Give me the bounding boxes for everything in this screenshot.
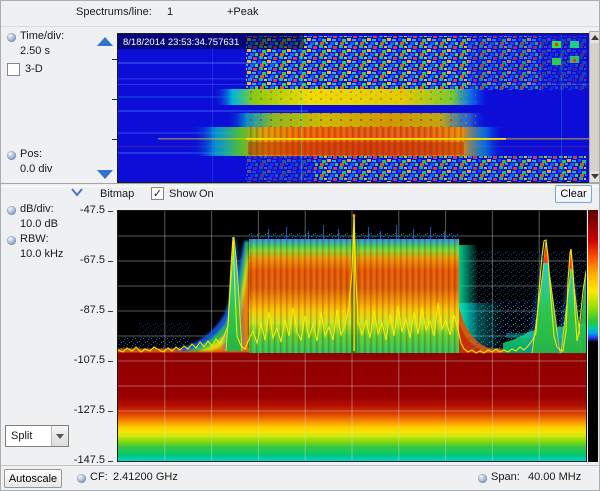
pos-indicator-icon (7, 151, 16, 160)
db-div-indicator-icon (7, 206, 16, 215)
panel-divider (1, 183, 600, 187)
autoscale-button[interactable]: Autoscale (4, 469, 62, 488)
spectrogram-canvas: 8/18/2014 23:53:34.757631 (118, 34, 589, 182)
y-axis-tick (108, 361, 113, 362)
spectrogram-display[interactable]: 8/18/2014 23:53:34.757631 (117, 33, 590, 183)
y-axis-tick (108, 461, 113, 462)
rbw-indicator-icon (7, 236, 16, 245)
spectrogram-scrollbar[interactable] (589, 31, 600, 183)
rbw-label: RBW: (20, 233, 49, 245)
cf-indicator-icon (77, 474, 86, 483)
show-state-value: On (199, 188, 214, 200)
spectrogram-timestamp: 8/18/2014 23:53:34.757631 (123, 37, 239, 48)
y-axis-tick-label: -47.5 (59, 204, 105, 216)
db-div-label: dB/div: (20, 203, 54, 215)
cf-value[interactable]: 2.41200 GHz (113, 471, 178, 483)
span-value[interactable]: 40.00 MHz (528, 471, 581, 483)
bitmap-canvas (118, 211, 586, 461)
cf-label: CF: (90, 471, 108, 483)
spectrogram-top-marker-icon[interactable] (97, 37, 113, 46)
clear-button[interactable]: Clear (555, 185, 592, 203)
pos-label: Pos: (20, 148, 42, 160)
db-div-value[interactable]: 10.0 dB (20, 218, 58, 230)
y-axis-tick (108, 261, 113, 262)
scroll-up-icon[interactable] (590, 32, 600, 43)
y-axis-tick (108, 411, 113, 412)
y-axis-tick-label: -87.5 (59, 304, 105, 316)
spectrum-analyzer-window: Spectrums/line: 1 +Peak Time/div: 2.50 s… (0, 0, 600, 491)
y-axis-tick (108, 311, 113, 312)
combobox-chevron-down-icon[interactable] (51, 426, 68, 446)
rbw-value[interactable]: 10.0 kHz (20, 248, 63, 260)
collapse-chevron-down-icon[interactable] (70, 187, 84, 197)
y-axis-tick-label: -67.5 (59, 254, 105, 266)
pos-value[interactable]: 0.0 div (20, 163, 52, 175)
three-d-label: 3-D (25, 63, 43, 75)
bitmap-display[interactable] (117, 210, 587, 462)
display-mode-combobox[interactable]: Split (5, 425, 69, 447)
density-colorbar (588, 210, 598, 462)
span-label: Span: (491, 471, 520, 483)
detector-mode-value[interactable]: +Peak (227, 6, 259, 18)
y-axis-tick (108, 211, 113, 212)
spectrums-per-line-value[interactable]: 1 (167, 6, 173, 18)
span-indicator-icon (478, 474, 487, 483)
top-divider (1, 26, 600, 27)
y-axis-tick-label: -127.5 (59, 404, 105, 416)
time-div-value[interactable]: 2.50 s (20, 45, 50, 57)
time-div-label: Time/div: (20, 30, 64, 42)
spectrums-per-line-label: Spectrums/line: (76, 6, 152, 18)
status-divider (1, 465, 600, 466)
spectrogram-bottom-marker-icon[interactable] (97, 170, 113, 179)
scroll-down-icon[interactable] (590, 171, 600, 182)
three-d-checkbox[interactable] (7, 63, 20, 76)
bitmap-title: Bitmap (100, 188, 134, 200)
time-div-indicator-icon (7, 33, 16, 42)
show-label: Show (169, 188, 197, 200)
show-checkbox[interactable]: ✓ (151, 187, 164, 200)
y-axis-tick-label: -107.5 (59, 354, 105, 366)
